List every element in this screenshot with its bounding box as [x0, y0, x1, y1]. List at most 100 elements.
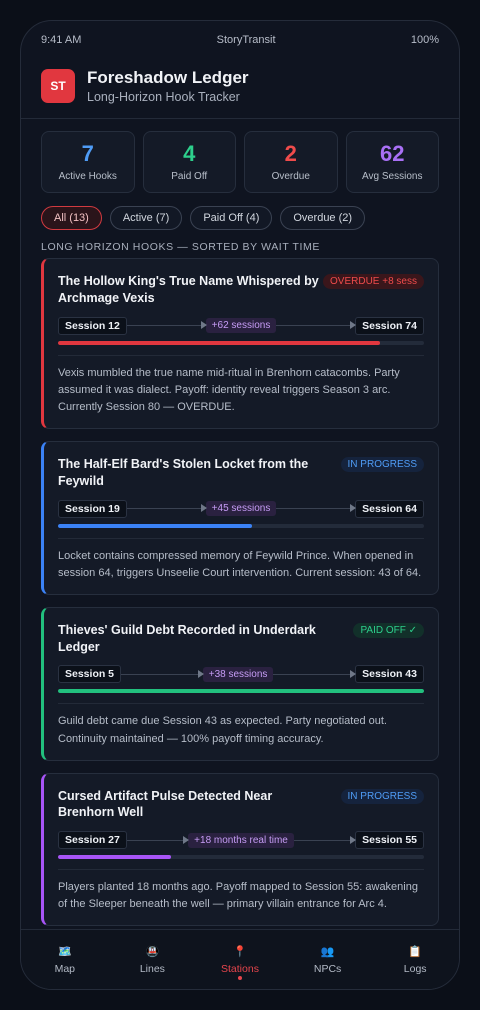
card-header: The Hollow King's True Name Whispered by… — [58, 273, 424, 307]
nav-lines[interactable]: 🚇 Lines — [109, 930, 197, 989]
status-badge: IN PROGRESS — [340, 456, 424, 472]
stat-card: 2 Overdue — [244, 131, 338, 193]
hook-description: Locket contains compressed memory of Fey… — [58, 549, 422, 579]
divider — [58, 869, 424, 871]
hook-title: The Half-Elf Bard's Stolen Locket from t… — [58, 456, 309, 488]
app-subtitle: Long-Horizon Hook Tracker — [87, 89, 240, 104]
stat-label: Overdue — [271, 170, 310, 182]
status-time: 9:41 AM — [41, 34, 82, 46]
session-timeline: Session 5 +38 sessions Session 43 — [58, 664, 424, 684]
progress-bar — [58, 340, 424, 345]
active-indicator — [237, 976, 242, 980]
hook-card[interactable]: Cursed Artifact Pulse Detected Near Bren… — [41, 772, 439, 927]
stat-label: Active Hooks — [58, 170, 117, 182]
end-session: Session 55 — [355, 831, 425, 850]
status-bar: 9:41 AM StoryTransit 100% — [21, 21, 459, 59]
hook-title: Thieves' Guild Debt Recorded in Underdar… — [58, 622, 316, 654]
progress-fill — [58, 689, 424, 694]
stat-value: 7 — [81, 140, 94, 166]
hook-title: Cursed Artifact Pulse Detected Near Bren… — [58, 788, 273, 820]
stat-label: Avg Sessions — [362, 170, 423, 182]
timeline-arrow — [126, 504, 207, 513]
session-timeline: Session 12 +62 sessions Session 74 — [58, 316, 424, 336]
nav-label: Logs — [403, 962, 427, 975]
stat-label: Paid Off — [171, 170, 208, 182]
hook-description: Players planted 18 months ago. Payoff ma… — [58, 881, 418, 911]
hook-list: The Hollow King's True Name Whispered by… — [21, 258, 459, 927]
hook-description: Vexis mumbled the true name mid-ritual i… — [58, 366, 400, 413]
stat-card: 7 Active Hooks — [41, 131, 135, 193]
metro-icon: 🚇 — [145, 945, 160, 958]
timeline-arrow — [276, 504, 356, 513]
map-icon: 🗺️ — [57, 945, 72, 958]
end-session: Session 74 — [355, 316, 424, 335]
section-title: LONG HORIZON HOOKS — SORTED BY WAIT TIME — [41, 241, 320, 253]
clipboard-icon: 📋 — [408, 945, 423, 958]
start-session: Session 5 — [58, 665, 122, 684]
nav-map[interactable]: 🗺️ Map — [21, 930, 109, 989]
progress-bar — [58, 689, 424, 694]
status-badge: PAID OFF ✓ — [353, 622, 424, 638]
status-carrier: StoryTransit — [216, 34, 276, 46]
stat-value: 4 — [183, 140, 196, 166]
filter-chips: All (13) Active (7) Paid Off (4) Overdue (2… — [21, 193, 459, 230]
wait-duration: +18 months real time — [188, 832, 294, 848]
people-icon: 👥 — [320, 945, 335, 958]
session-timeline: Session 19 +45 sessions Session 64 — [58, 499, 424, 519]
hook-title: The Hollow King's True Name Whispered by… — [58, 274, 319, 305]
start-session: Session 19 — [58, 499, 127, 518]
progress-bar — [58, 855, 424, 860]
nav-label: Map — [54, 962, 76, 975]
divider — [58, 354, 424, 356]
progress-bar — [58, 523, 424, 528]
nav-label: Stations — [221, 962, 259, 975]
nav-label: Lines — [139, 962, 165, 975]
nav-stations[interactable]: 📍 Stations — [196, 930, 284, 989]
timeline-arrow — [126, 835, 190, 844]
stats-row: 7 Active Hooks 4 Paid Off 2 Overdue 62 Avg Sess… — [21, 119, 459, 193]
start-session: Session 27 — [58, 831, 127, 850]
status-battery: 100% — [410, 34, 439, 46]
timeline-arrow — [121, 669, 204, 678]
progress-fill — [58, 340, 381, 345]
card-header: Cursed Artifact Pulse Detected Near Bren… — [58, 788, 424, 822]
filter-chip[interactable]: All (13) — [41, 206, 102, 230]
wait-duration: +45 sessions — [205, 501, 277, 517]
divider — [58, 537, 424, 539]
stat-card: 4 Paid Off — [142, 131, 236, 193]
nav-logs[interactable]: 📋 Logs — [371, 930, 459, 989]
filter-chip[interactable]: Active (7) — [109, 206, 183, 230]
nav-npcs[interactable]: 👥 NPCs — [284, 930, 372, 989]
timeline-arrow — [293, 835, 357, 844]
timeline-arrow — [126, 321, 207, 330]
divider — [58, 703, 424, 705]
progress-fill — [58, 855, 172, 860]
stat-value: 2 — [284, 140, 297, 166]
status-badge: OVERDUE +8 sess — [323, 274, 424, 289]
pin-icon: 📍 — [233, 945, 247, 958]
hook-card[interactable]: Thieves' Guild Debt Recorded in Underdar… — [41, 606, 439, 761]
status-badge: IN PROGRESS — [340, 788, 424, 804]
end-session: Session 43 — [355, 665, 424, 684]
end-session: Session 64 — [355, 499, 424, 518]
app-title: Foreshadow Ledger — [87, 67, 249, 87]
start-session: Session 12 — [58, 316, 127, 335]
phone-frame: 9:41 AM StoryTransit 100% ST Foreshadow … — [20, 20, 460, 990]
stat-value: 62 — [380, 140, 405, 166]
timeline-arrow — [273, 669, 356, 678]
stat-card: 62 Avg Sessions — [345, 131, 439, 193]
hook-description: Guild debt came due Session 43 as expect… — [58, 715, 387, 745]
session-timeline: Session 27 +18 months real time Session 55 — [58, 830, 425, 850]
wait-duration: +38 sessions — [202, 666, 274, 682]
timeline-arrow — [276, 321, 356, 330]
card-header: The Half-Elf Bard's Stolen Locket from t… — [58, 456, 424, 490]
app-header: ST Foreshadow Ledger Long-Horizon Hook T… — [21, 59, 459, 119]
bottom-nav: 🗺️ Map 🚇 Lines 📍 Stations 👥 NPCs 📋 Logs — [21, 929, 459, 989]
app-logo: ST — [41, 68, 75, 103]
nav-label: NPCs — [313, 962, 342, 975]
filter-chip[interactable]: Paid Off (4) — [190, 206, 273, 230]
wait-duration: +62 sessions — [205, 318, 277, 334]
filter-chip[interactable]: Overdue (2) — [280, 206, 366, 230]
hook-card[interactable]: The Hollow King's True Name Whispered by… — [41, 258, 439, 429]
hook-card[interactable]: The Half-Elf Bard's Stolen Locket from t… — [41, 440, 439, 595]
